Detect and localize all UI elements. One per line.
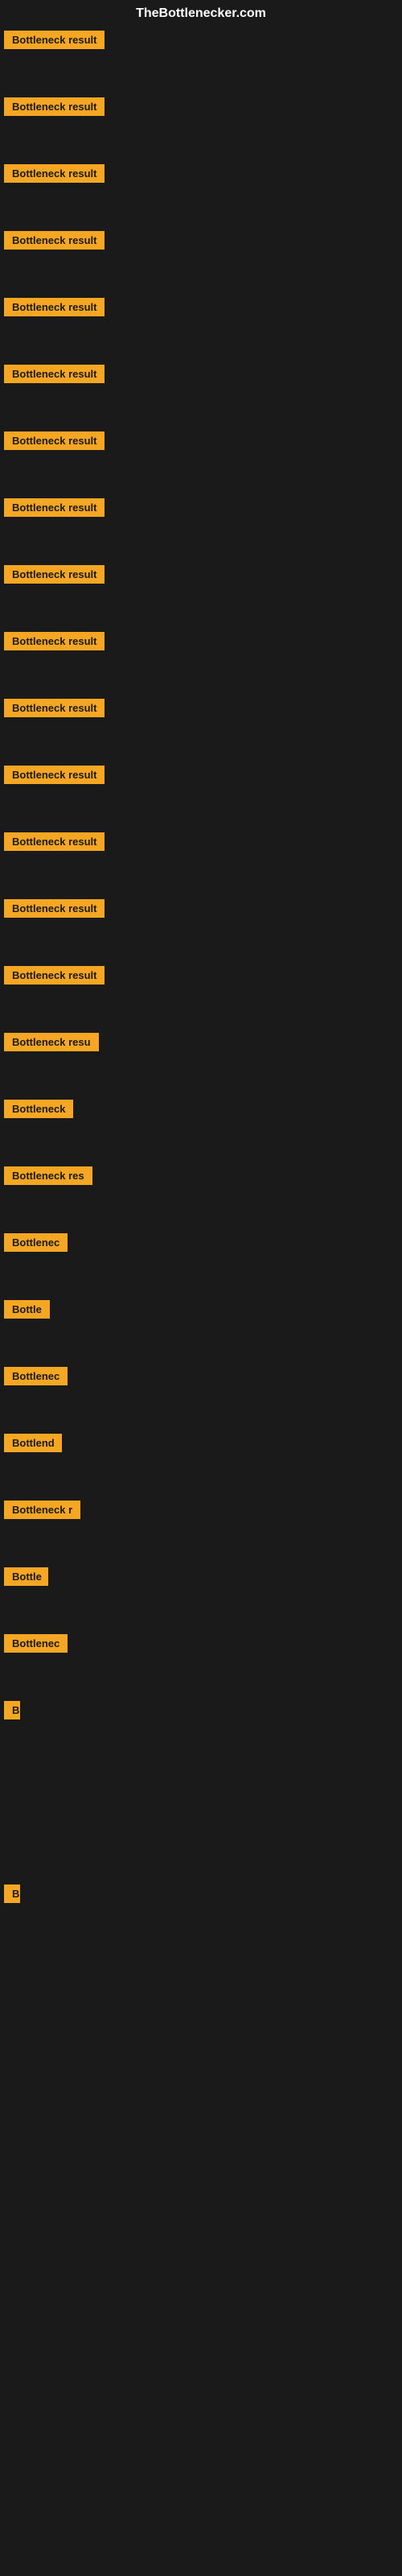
bottleneck-label: Bottle [4, 1300, 50, 1319]
bottleneck-item-5: Bottleneck result [0, 298, 402, 320]
bottleneck-label: Bottleneck r [4, 1501, 80, 1519]
bottleneck-item-14: Bottleneck result [0, 899, 402, 922]
bottleneck-item-17: Bottleneck [0, 1100, 402, 1122]
bottleneck-item-13: Bottleneck result [0, 832, 402, 855]
bottleneck-item-10: Bottleneck result [0, 632, 402, 654]
bottleneck-label: Bottleneck result [4, 97, 105, 116]
bottleneck-label: Bottleneck result [4, 966, 105, 985]
bottleneck-item-15: Bottleneck result [0, 966, 402, 989]
bottleneck-item-22: Bottlend [0, 1434, 402, 1456]
bottleneck-label: Bottleneck [4, 1100, 73, 1118]
bottleneck-label: Bottleneck result [4, 431, 105, 450]
bottleneck-label: Bottleneck result [4, 164, 105, 183]
bottleneck-item-21: Bottlenec [0, 1367, 402, 1389]
bottleneck-item-7: Bottleneck result [0, 431, 402, 454]
bottleneck-label: Bottleneck result [4, 632, 105, 650]
bottleneck-label: Bottleneck result [4, 832, 105, 851]
bottleneck-item-26: B [0, 1701, 402, 1724]
bottleneck-item-8: Bottleneck result [0, 498, 402, 521]
bottleneck-item-25: Bottlenec [0, 1634, 402, 1657]
bottleneck-label: Bottleneck resu [4, 1033, 99, 1051]
bottleneck-item-11: Bottleneck result [0, 699, 402, 721]
site-title: TheBottlenecker.com [0, 0, 402, 31]
bottleneck-item-9: Bottleneck result [0, 565, 402, 588]
bottleneck-label: Bottleneck result [4, 498, 105, 517]
bottleneck-item-20: Bottle [0, 1300, 402, 1323]
bottleneck-label: Bottleneck result [4, 298, 105, 316]
bottleneck-label: Bottleneck res [4, 1166, 92, 1185]
bottleneck-list: Bottleneck result Bottleneck result Bottle… [0, 31, 402, 1907]
bottleneck-item-4: Bottleneck result [0, 231, 402, 254]
bottleneck-label: Bottleneck result [4, 231, 105, 250]
bottleneck-label: Bottleneck result [4, 766, 105, 784]
bottleneck-label: Bottlenec [4, 1367, 68, 1385]
bottleneck-item-23: Bottleneck r [0, 1501, 402, 1523]
bottleneck-item-18: Bottleneck res [0, 1166, 402, 1189]
bottleneck-item-6: Bottleneck result [0, 365, 402, 387]
bottleneck-label: Bottlenec [4, 1233, 68, 1252]
bottleneck-label: Bottleneck result [4, 899, 105, 918]
bottleneck-label: Bottle [4, 1567, 48, 1586]
bottleneck-label: Bottlend [4, 1434, 62, 1452]
bottleneck-label: B [4, 1701, 20, 1719]
bottleneck-item-2: Bottleneck result [0, 97, 402, 120]
bottleneck-label: Bottleneck result [4, 699, 105, 717]
bottleneck-label: Bottleneck result [4, 365, 105, 383]
bottleneck-label: Bottleneck result [4, 565, 105, 584]
bottleneck-item-1: Bottleneck result [0, 31, 402, 53]
bottleneck-item-24: Bottle [0, 1567, 402, 1590]
bottleneck-item-29: B [0, 1885, 402, 1907]
bottleneck-item-16: Bottleneck resu [0, 1033, 402, 1055]
bottleneck-label: B [4, 1885, 20, 1903]
bottleneck-label: Bottlenec [4, 1634, 68, 1653]
bottleneck-item-19: Bottlenec [0, 1233, 402, 1256]
bottleneck-item-12: Bottleneck result [0, 766, 402, 788]
bottleneck-item-3: Bottleneck result [0, 164, 402, 187]
bottleneck-label: Bottleneck result [4, 31, 105, 49]
site-title-container: TheBottlenecker.com [0, 0, 402, 31]
